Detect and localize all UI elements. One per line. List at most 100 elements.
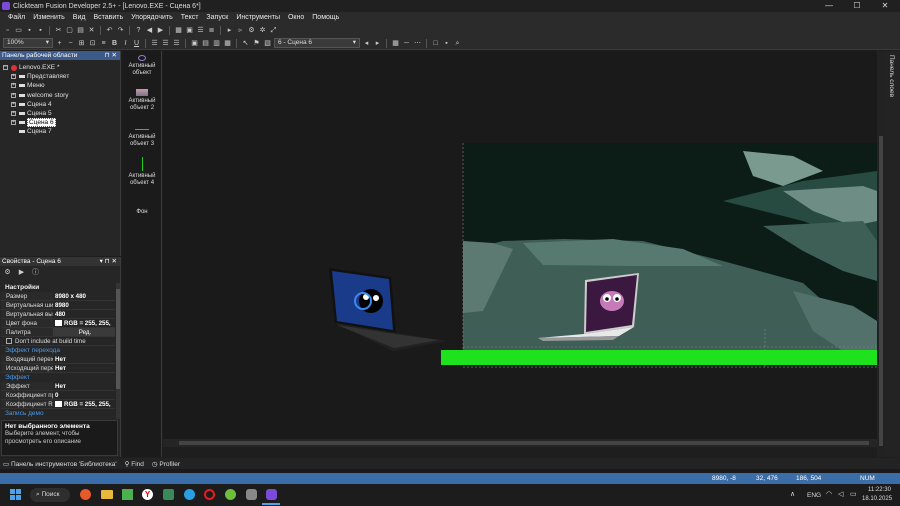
menu-text[interactable]: Текст <box>177 14 203 21</box>
open-folder-icon[interactable]: ▭ <box>14 26 23 35</box>
next-frame-icon[interactable]: ▶ <box>156 26 165 35</box>
run-app-icon[interactable]: ▸ <box>225 26 234 35</box>
minimize-button[interactable]: — <box>818 0 840 12</box>
file-explorer-icon[interactable] <box>101 490 113 499</box>
section-transition[interactable]: Эффект перехода <box>1 346 115 355</box>
zoom-combo[interactable]: 100% ▾ <box>3 38 53 48</box>
palette-edit-button[interactable]: Ред. <box>53 328 115 336</box>
about-icon[interactable]: ⓘ <box>31 268 40 277</box>
tree-item[interactable]: + Сцена 4 <box>11 100 120 109</box>
scrollbar-thumb[interactable] <box>116 289 120 389</box>
event-editor-icon[interactable]: ☰ <box>196 26 205 35</box>
tree-item[interactable]: + welcome story <box>11 91 120 100</box>
new-file-icon[interactable]: ▫ <box>3 26 12 35</box>
property-row[interactable]: Коэффициент пр 0 <box>1 391 115 400</box>
property-row[interactable]: Цвет фона RGB = 255, 255, <box>1 319 115 328</box>
fullscreen-icon[interactable]: ⤢ <box>269 26 278 35</box>
menu-arrange[interactable]: Упорядочить <box>127 14 177 21</box>
align-center-icon[interactable]: ☰ <box>161 39 170 48</box>
next-arrow-icon[interactable]: ▸ <box>373 39 382 48</box>
settings-icon[interactable]: ⚙ <box>3 268 12 277</box>
expand-icon[interactable]: + <box>11 120 16 126</box>
property-row[interactable]: Исходящий перех Нет <box>1 364 115 373</box>
underline-icon[interactable]: U <box>132 39 141 48</box>
property-value-color[interactable]: RGB = 255, 255, <box>53 319 115 327</box>
prev-arrow-icon[interactable]: ◂ <box>362 39 371 48</box>
expand-icon[interactable]: + <box>11 111 16 117</box>
collapse-icon[interactable]: − <box>3 65 8 71</box>
section-demo[interactable]: Запись демо <box>1 409 115 418</box>
save-icon[interactable]: ▪ <box>25 26 34 35</box>
tree-item-selected[interactable]: + Сцена 6 <box>11 118 120 128</box>
align-right-icon[interactable]: ☰ <box>172 39 181 48</box>
expand-icon[interactable]: + <box>11 83 16 89</box>
order-icon[interactable]: ▤ <box>201 39 210 48</box>
rectangle-icon[interactable]: □ <box>431 39 440 48</box>
object-item[interactable]: Активный объект 4 <box>122 157 162 187</box>
menu-view[interactable]: Вид <box>69 14 90 21</box>
property-value[interactable]: 8980 x 480 <box>53 292 115 300</box>
volume-icon[interactable]: ◁ <box>838 490 843 498</box>
vertical-scrollbar[interactable] <box>877 51 885 457</box>
object-item[interactable]: Фон <box>122 209 162 216</box>
property-row[interactable]: Эффект Нет <box>1 382 115 391</box>
tree-item[interactable]: + Сцена 5 <box>11 109 120 118</box>
menu-window[interactable]: Окно <box>284 14 308 21</box>
start-icon[interactable] <box>10 489 21 500</box>
align-icon[interactable]: ≡ <box>99 39 108 48</box>
property-row[interactable]: Коэффициент RG RGB = 255, 255, <box>1 400 115 409</box>
search-icon[interactable]: ⌕ <box>453 39 462 48</box>
property-row[interactable]: Виртуальная шир 8980 <box>1 301 115 310</box>
grid-icon[interactable]: ⊞ <box>77 39 86 48</box>
menu-insert[interactable]: Вставить <box>89 14 127 21</box>
run-frame-icon[interactable]: ▹ <box>236 26 245 35</box>
tray-chevron-icon[interactable]: ∧ <box>790 490 795 498</box>
property-value[interactable]: 0 <box>53 391 115 399</box>
maximize-button[interactable]: ☐ <box>846 0 868 12</box>
cut-icon[interactable]: ✂ <box>54 26 63 35</box>
layers-panel-tab[interactable]: Панель слоев <box>885 51 900 457</box>
lock-icon[interactable]: ▦ <box>223 39 232 48</box>
property-row[interactable]: Виртуальная выс 480 <box>1 310 115 319</box>
panel-pin-close-icon[interactable]: ⊓ ✕ <box>105 51 117 60</box>
vertical-scrollbar-thumb[interactable] <box>879 136 883 446</box>
language-indicator[interactable]: ENG <box>807 492 821 499</box>
tree-item[interactable]: Сцена 7 <box>11 127 120 136</box>
paste-icon[interactable]: ▤ <box>76 26 85 35</box>
telegram-icon[interactable] <box>184 489 195 500</box>
panel-pin-close-icon[interactable]: ▾ ⊓ ✕ <box>100 257 117 266</box>
clock-date[interactable]: 18.10.2025 <box>862 496 892 502</box>
app-icon[interactable] <box>246 489 257 500</box>
fill-icon[interactable]: ▪ <box>442 39 451 48</box>
property-value-color[interactable]: RGB = 255, 255, <box>53 400 115 408</box>
utorrent-icon[interactable] <box>225 489 236 500</box>
layer-icon[interactable]: ▣ <box>190 39 199 48</box>
dont-include-checkbox[interactable] <box>6 338 12 344</box>
property-row-checkbox[interactable]: Don't include at build time <box>1 337 115 346</box>
snap-icon[interactable]: ⊡ <box>88 39 97 48</box>
object-item[interactable]: Активный объект 3 <box>122 127 162 148</box>
section-effect[interactable]: Эффект <box>1 373 115 382</box>
battery-icon[interactable]: ▭ <box>850 490 857 498</box>
object-item[interactable]: Активный объект 2 <box>122 89 162 112</box>
property-row[interactable]: Входящий перех Нет <box>1 355 115 364</box>
property-value[interactable]: Нет <box>53 355 115 363</box>
tab-profiler[interactable]: ◷ Profiler <box>152 460 180 468</box>
italic-icon[interactable]: I <box>121 39 130 48</box>
menu-edit[interactable]: Изменить <box>29 14 69 21</box>
redo-icon[interactable]: ↷ <box>116 26 125 35</box>
property-value[interactable]: Нет <box>53 382 115 390</box>
settings-icon[interactable]: ✲ <box>258 26 267 35</box>
app-icon[interactable] <box>163 489 174 500</box>
previous-frame-icon[interactable]: ◀ <box>145 26 154 35</box>
delete-icon[interactable]: ✕ <box>87 26 96 35</box>
property-row[interactable]: Палитра Ред. <box>1 328 115 337</box>
event-list-icon[interactable]: ≣ <box>207 26 216 35</box>
object-item[interactable]: Активный объект <box>122 55 162 77</box>
close-button[interactable]: ✕ <box>874 0 896 12</box>
save-all-icon[interactable]: ▪ <box>36 26 45 35</box>
expand-icon[interactable]: + <box>11 74 16 80</box>
undo-icon[interactable]: ↶ <box>105 26 114 35</box>
clickteam-fusion-icon[interactable] <box>266 489 277 500</box>
property-value[interactable]: 8980 <box>53 301 115 309</box>
